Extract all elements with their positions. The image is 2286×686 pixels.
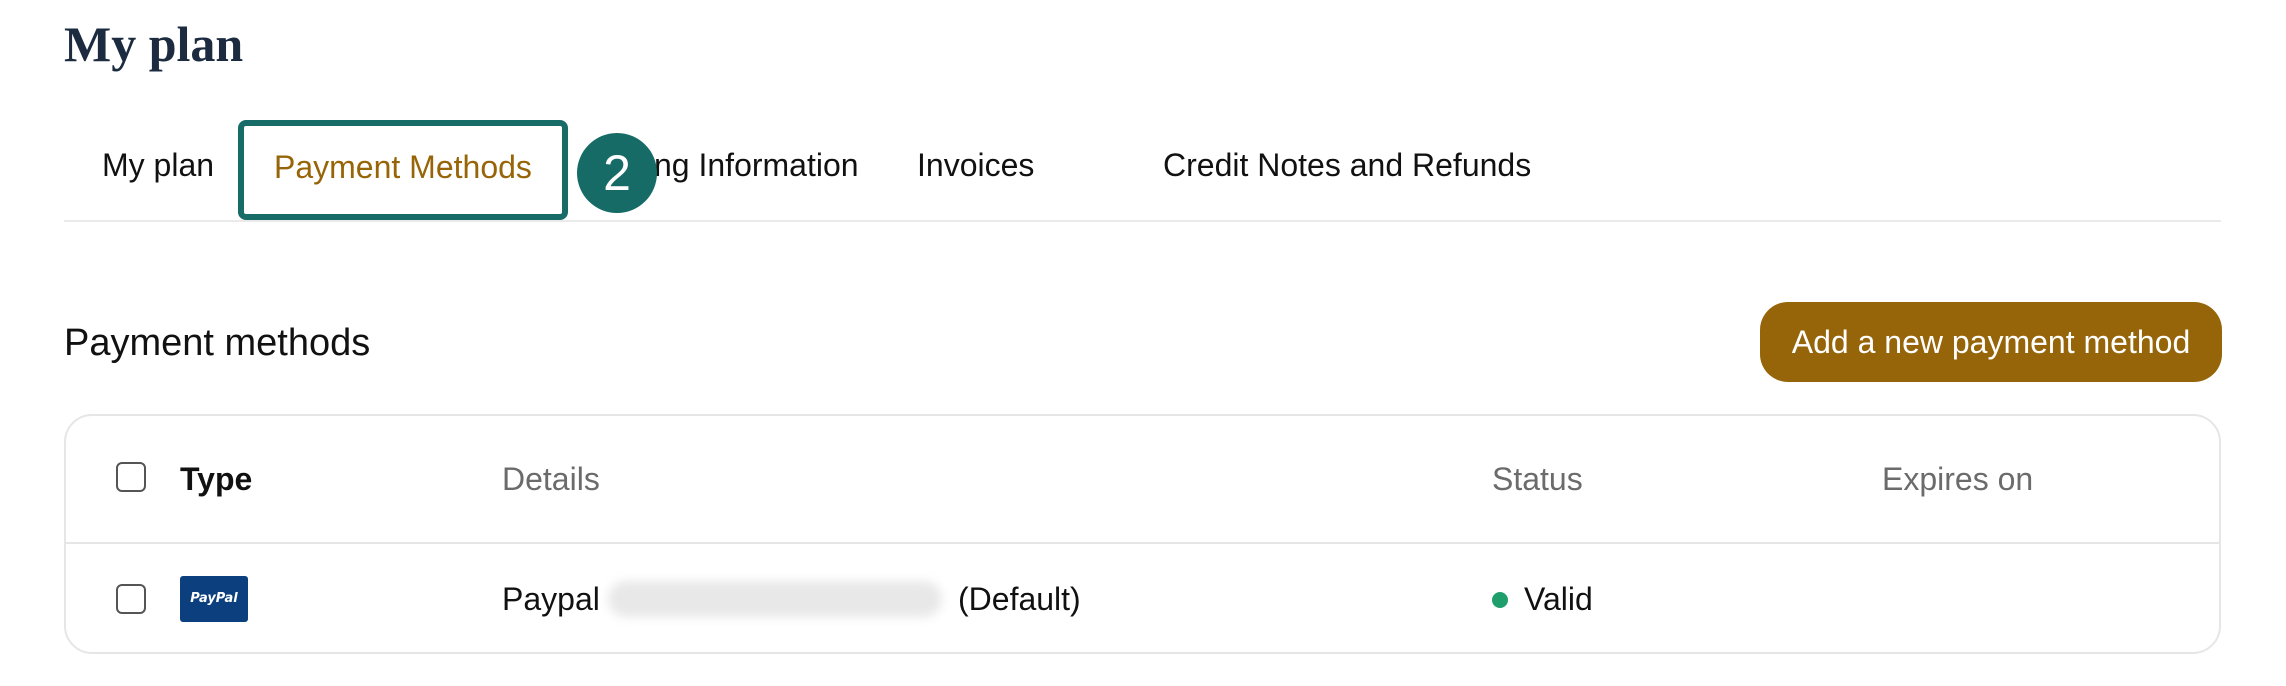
step-number-badge: 2 bbox=[577, 133, 657, 213]
table-header: Type Details Status Expires on bbox=[66, 416, 2219, 544]
payment-details-prefix: Paypal bbox=[502, 581, 600, 617]
default-label: (Default) bbox=[958, 581, 1081, 617]
page-title: My plan bbox=[64, 16, 244, 72]
redacted-email bbox=[608, 581, 942, 617]
row-checkbox[interactable] bbox=[116, 584, 146, 614]
tab-billing-information[interactable]: ng Information bbox=[654, 120, 859, 220]
payment-methods-table: Type Details Status Expires on PayPal Pa… bbox=[64, 414, 2221, 654]
status-text: Valid bbox=[1524, 581, 1593, 617]
tab-credit-notes-and-refunds[interactable]: Credit Notes and Refunds bbox=[1163, 120, 1531, 220]
tab-bar: My plan Payment Methods ng Information I… bbox=[64, 120, 2221, 222]
column-header-status: Status bbox=[1492, 461, 1583, 497]
tab-invoices[interactable]: Invoices bbox=[917, 120, 1034, 220]
table-row: PayPal Paypal (Default) Valid bbox=[66, 544, 2219, 654]
tab-payment-methods[interactable]: Payment Methods bbox=[238, 120, 568, 220]
column-header-type[interactable]: Type bbox=[180, 459, 252, 499]
column-header-details: Details bbox=[502, 461, 600, 497]
select-all-checkbox[interactable] bbox=[116, 462, 146, 492]
tab-my-plan[interactable]: My plan bbox=[102, 120, 214, 220]
paypal-logo-icon: PayPal bbox=[180, 576, 248, 622]
status-dot-icon bbox=[1492, 592, 1508, 608]
add-payment-method-button[interactable]: Add a new payment method bbox=[1760, 302, 2222, 382]
column-header-expires-on: Expires on bbox=[1882, 461, 2034, 497]
section-title: Payment methods bbox=[64, 322, 371, 364]
